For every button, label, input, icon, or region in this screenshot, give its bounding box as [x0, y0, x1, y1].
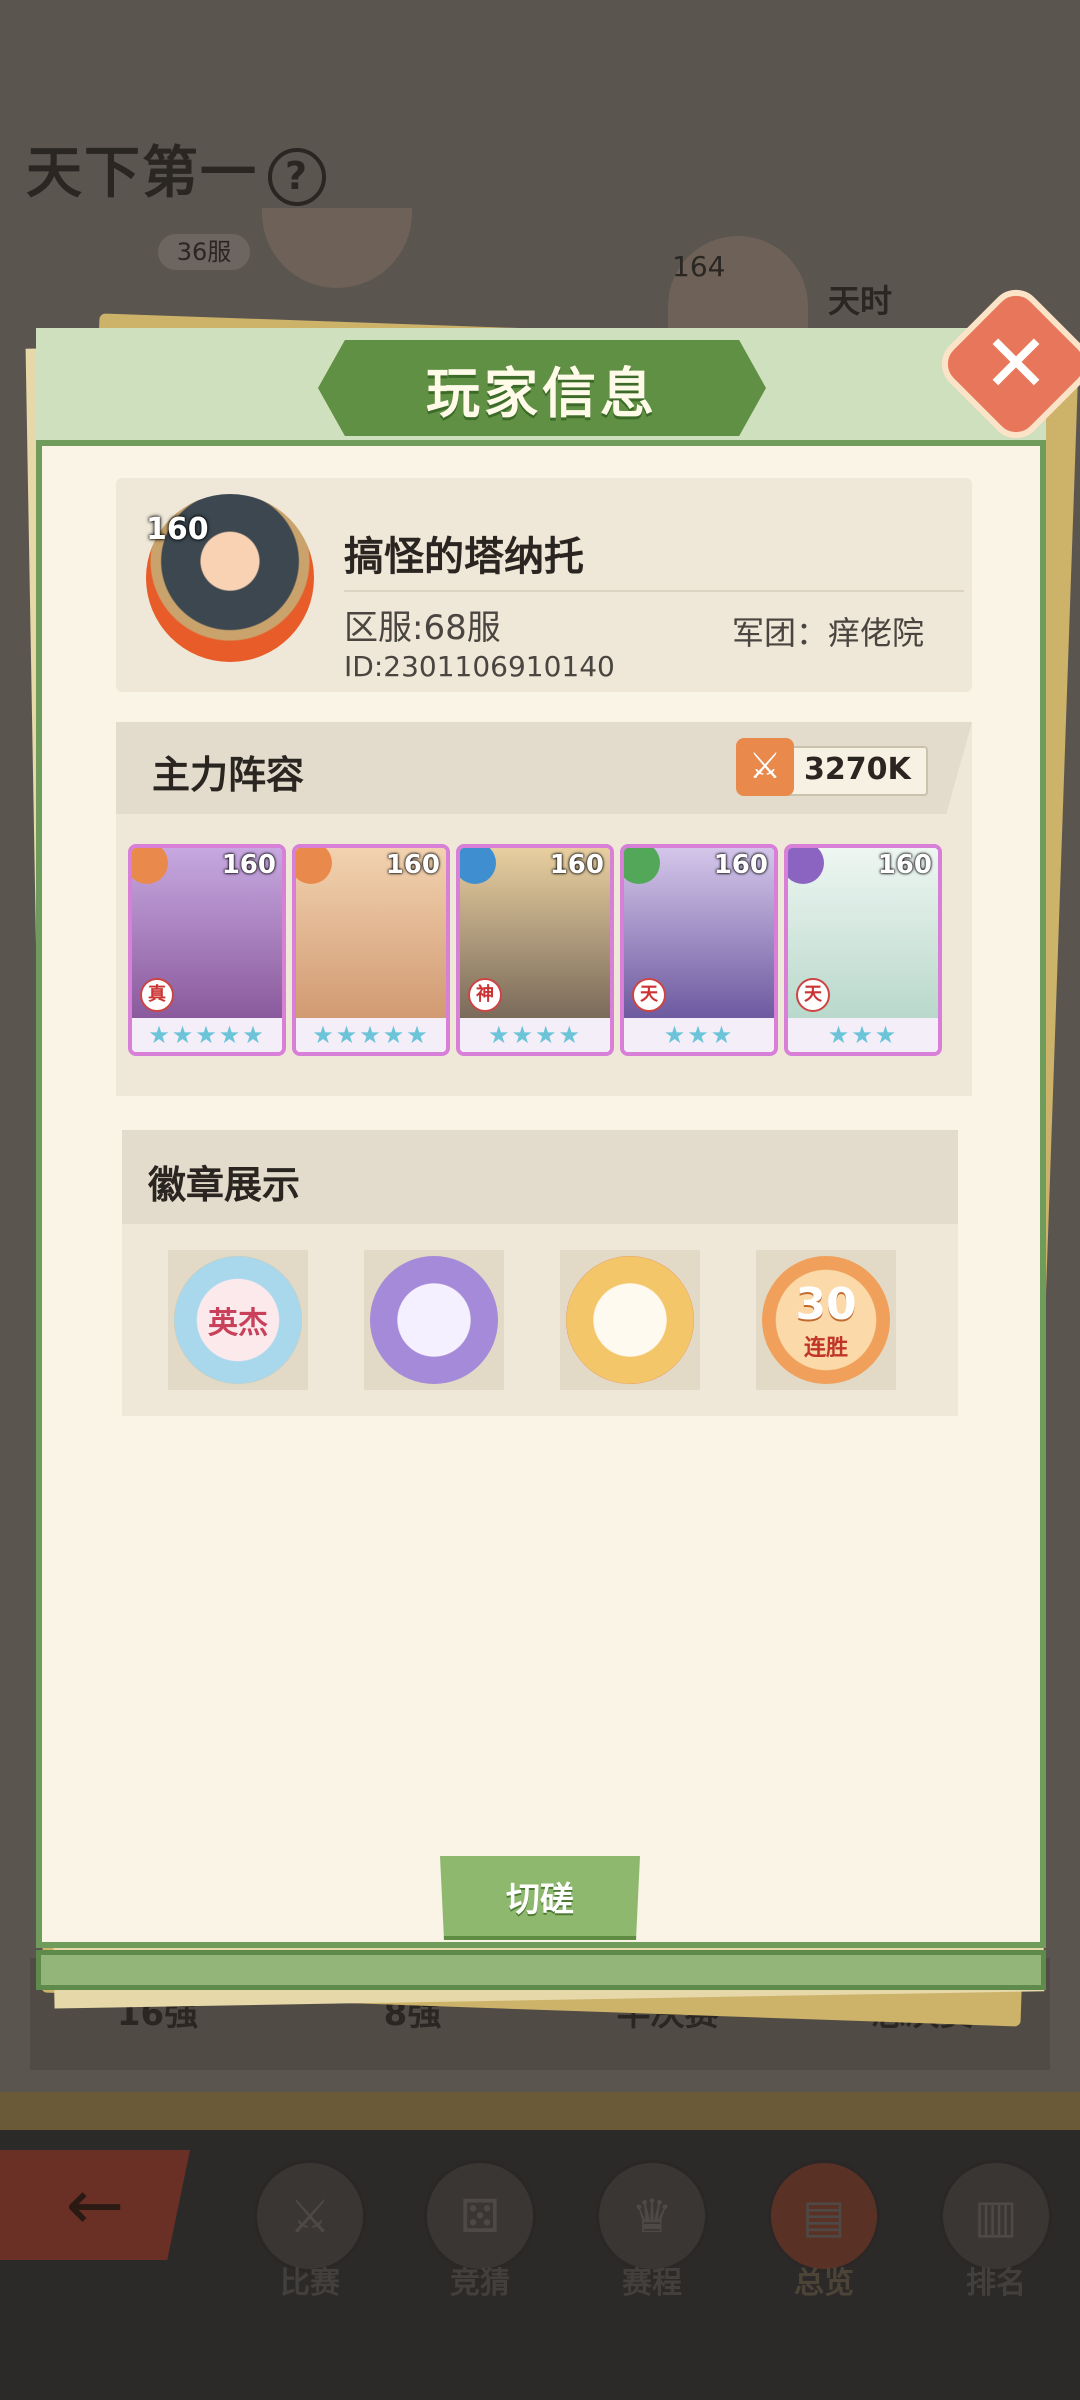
dialog-footer — [36, 1950, 1046, 1990]
trophy-icon: ♛ — [596, 2160, 708, 2272]
nav-item-match[interactable]: ⚔ 比赛 — [250, 2160, 370, 2302]
badge-title: 徽章展示 — [148, 1163, 301, 1207]
player-server: 区服:68服 — [344, 608, 501, 648]
hero-badge-icon[interactable]: 英杰 — [174, 1256, 302, 1384]
opponent-name: 天时 — [828, 282, 893, 320]
dialog-title: 玩家信息 — [426, 361, 658, 425]
dragon-badge-icon[interactable] — [370, 1256, 498, 1384]
nav-item-overview[interactable]: ▤ 总览 — [764, 2160, 884, 2302]
hero-level: 160 — [877, 850, 932, 880]
crossed-swords-icon: ⚔ — [736, 738, 794, 796]
back-arrow-icon: ← — [65, 2164, 125, 2246]
swords-icon: ⚔ — [254, 2160, 366, 2272]
hero-stars: ★★★ — [624, 1018, 774, 1052]
hero-stars: ★★★★ — [460, 1018, 610, 1052]
badge-sublabel: 连胜 — [803, 1335, 848, 1361]
hero-card[interactable]: 160 神 ★★★★ — [456, 844, 614, 1056]
hero-rank-badge: 天 — [632, 978, 666, 1012]
hero-card[interactable]: 160 真 ★★★★★ — [128, 844, 286, 1056]
hero-level: 160 — [713, 850, 768, 880]
dice-icon: ⚄ — [424, 2160, 536, 2272]
divider-bar — [0, 2092, 1080, 2130]
hero-card[interactable]: 160 天 ★★★ — [620, 844, 778, 1056]
spar-label: 切磋 — [506, 1879, 574, 1920]
hero-level: 160 — [549, 850, 604, 880]
back-button[interactable]: ← — [0, 2150, 190, 2260]
hero-rank-badge: 真 — [140, 978, 174, 1012]
close-icon[interactable]: ✕ — [956, 304, 1076, 424]
nav-item-schedule[interactable]: ♛ 赛程 — [592, 2160, 712, 2302]
hero-card[interactable]: 160 天 ★★★ — [784, 844, 942, 1056]
divider — [344, 590, 964, 592]
spar-button[interactable]: 切磋 — [440, 1856, 640, 1940]
book-icon: ▤ — [768, 2160, 880, 2272]
server-badge: 36服 — [158, 234, 250, 270]
badge-number: 30 — [795, 1278, 857, 1330]
opponent-level: 164 — [672, 250, 726, 283]
dialog-title-ribbon: 玩家信息 — [318, 340, 766, 436]
hero-rank-badge: 神 — [468, 978, 502, 1012]
player-name: 搞怪的塔纳托 — [344, 534, 584, 580]
power-value: 3270K — [804, 752, 911, 787]
event-title: 天下第一? — [26, 128, 326, 209]
hero-stars: ★★★★★ — [296, 1018, 446, 1052]
nav-item-ranking[interactable]: ▥ 排名 — [936, 2160, 1056, 2302]
hero-card[interactable]: 160 ★★★★★ — [292, 844, 450, 1056]
lineup-title: 主力阵容 — [152, 753, 305, 797]
hero-level: 160 — [385, 850, 440, 880]
hero-rank-badge: 天 — [796, 978, 830, 1012]
hero-stars: ★★★★★ — [132, 1018, 282, 1052]
badge-label: 英杰 — [208, 1306, 268, 1341]
help-icon[interactable]: ? — [268, 147, 326, 206]
player-guild: 军团：痒佬院 — [732, 614, 925, 652]
win-streak-badge-icon[interactable]: 30 连胜 — [762, 1256, 890, 1384]
hero-stars: ★★★ — [788, 1018, 938, 1052]
player-id: ID:2301106910140 — [344, 650, 615, 683]
player-level: 160 — [146, 512, 209, 547]
nav-item-guess[interactable]: ⚄ 竞猜 — [420, 2160, 540, 2302]
dice-badge-icon[interactable] — [566, 1256, 694, 1384]
ranking-icon: ▥ — [940, 2160, 1052, 2272]
hero-level: 160 — [221, 850, 276, 880]
